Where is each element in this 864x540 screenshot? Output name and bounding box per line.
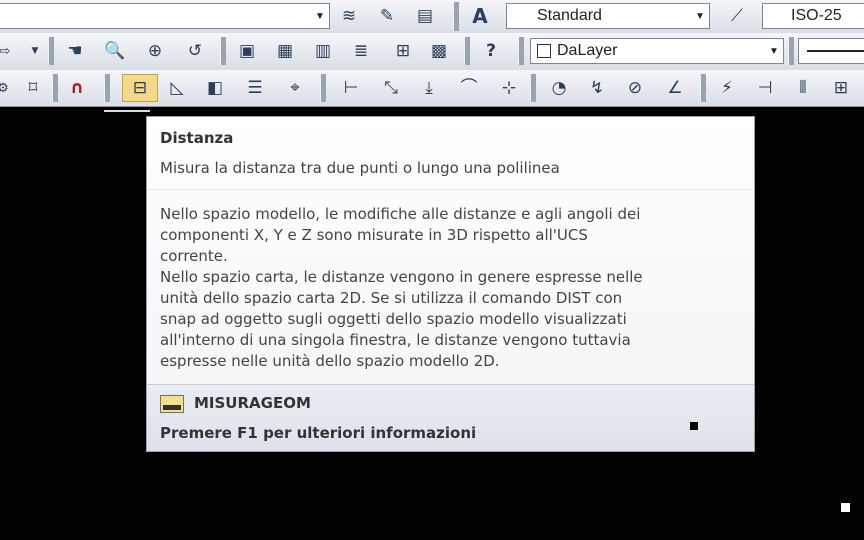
color-swatch-icon [537, 44, 551, 58]
chevron-down-icon: ▼ [769, 45, 779, 57]
linear-dimension-icon[interactable]: ⊢ [336, 74, 366, 102]
help-icon[interactable]: ? [476, 37, 506, 65]
arc-length-icon[interactable]: ⌒ [454, 74, 484, 102]
snap-settings-icon[interactable]: ⚙ [0, 74, 14, 102]
toolbar-separator [104, 74, 110, 102]
help-hint: Premere F1 per ulteriori informazioni [160, 424, 477, 442]
toolbar-row-inquiry: ⚙ ⌑ ∩ ⊟ ◺ ◧ ☰ ⌖ ⊢ ⤡ ⤓ ⌒ ⊹ ◔ ↯ ⊘ ∠ ⚡ ⊣ ⫴ … [0, 70, 864, 107]
previous-combo[interactable]: ▼ [0, 3, 330, 29]
dimension-style-select[interactable]: ISO-25 [762, 3, 864, 29]
zoom-window-icon[interactable]: ⊕ [140, 37, 170, 65]
toolbar-separator [52, 74, 58, 102]
markup-icon[interactable]: ⊞ [388, 37, 418, 65]
calculator-icon[interactable]: ▩ [424, 37, 454, 65]
toolbar-separator [320, 74, 326, 102]
tooltip-body-line: Nello spazio carta, le distanze vengono … [160, 268, 643, 286]
tooltip-body-line: espresse nelle unità dello spazio modell… [160, 352, 500, 370]
redo-icon[interactable]: ⇨ [0, 37, 16, 65]
tolerance-icon[interactable]: ⊞ [826, 74, 856, 102]
linetype-preview [807, 50, 864, 52]
layer-states-icon[interactable]: ≋ [334, 2, 364, 30]
baseline-icon[interactable]: ⊣ [750, 74, 780, 102]
layer-select[interactable]: DaLayer ▼ [530, 38, 784, 64]
ordinate-icon[interactable]: ⊹ [494, 74, 524, 102]
toolbar-row-standard: ⇨ ▼ ☚ 🔍 ⊕ ↺ ▣ ▦ ▥ ≣ ⊞ ▩ ? DaLayer ▼ [0, 33, 864, 71]
toolbar-separator [453, 2, 459, 31]
toolbar-row-styles: ▼ ≋ ✎ ▤ A Standard ▼ ⟋ ISO-25 [0, 0, 864, 34]
aligned-dimension-icon[interactable]: ⤡ [376, 74, 406, 102]
diameter-icon[interactable]: ⊘ [620, 74, 650, 102]
tooltip-body-line: unità dello spazio carta 2D. Se si utili… [160, 289, 623, 307]
redo-dropdown-icon[interactable]: ▼ [24, 37, 46, 65]
distance-button-underline [104, 110, 150, 112]
tooltip-divider [147, 189, 754, 190]
tool-palettes-icon[interactable]: ▥ [308, 37, 338, 65]
tooltip-title: Distanza [160, 129, 234, 147]
radius-icon[interactable]: ◔ [544, 74, 574, 102]
distance-tooltip: Distanza Misura la distanza tra due punt… [146, 116, 755, 452]
design-center-icon[interactable]: ▦ [270, 37, 300, 65]
cursor-grip [690, 422, 698, 430]
distance-icon[interactable]: ⊟ [122, 74, 158, 102]
cursor-marker [841, 503, 850, 512]
command-name: MISURAGEOM [194, 394, 311, 412]
dimension-style-value: ISO-25 [791, 7, 842, 24]
toolbar-separator [530, 74, 536, 102]
tooltip-summary: Misura la distanza tra due punti o lungo… [160, 159, 560, 177]
object-snap-icon[interactable]: ⌑ [18, 74, 48, 102]
linetype-select[interactable] [798, 38, 864, 64]
list-icon[interactable]: ☰ [240, 74, 270, 102]
layer-value: DaLayer [557, 42, 618, 59]
tooltip-body-line: componenti X, Y e Z sono misurate in 3D … [160, 226, 588, 244]
multiline-text-icon[interactable]: ▤ [410, 2, 440, 30]
annotation-text-icon[interactable]: A [465, 2, 495, 30]
angular-icon[interactable]: ⤓ [414, 74, 444, 102]
toolbar-separator [464, 37, 470, 65]
chevron-down-icon: ▼ [695, 10, 705, 22]
pan-icon[interactable]: ☚ [60, 37, 90, 65]
toolbar-separator [48, 37, 54, 65]
tooltip-body-line: Nello spazio modello, le modifiche alle … [160, 205, 641, 223]
toolbar-separator [220, 37, 226, 65]
tooltip-body-line: corrente. [160, 247, 228, 265]
zoom-realtime-icon[interactable]: 🔍 [100, 37, 130, 65]
dropdown-arrow-icon: ▼ [315, 10, 325, 22]
quick-dimension-icon[interactable]: ⚡ [712, 74, 742, 102]
locate-point-icon[interactable]: ⌖ [280, 74, 310, 102]
angle-icon[interactable]: ∠ [660, 74, 690, 102]
tooltip-body-line: snap ad oggetto sugli oggetti dello spaz… [160, 310, 627, 328]
properties-icon[interactable]: ▣ [232, 37, 262, 65]
text-style-icon[interactable]: ✎ [372, 2, 402, 30]
area-icon[interactable]: ◺ [162, 74, 192, 102]
distance-command-icon [160, 395, 184, 413]
tooltip-body-line: all'interno di una singola finestra, le … [160, 331, 631, 349]
continue-icon[interactable]: ⫴ [788, 74, 818, 102]
text-style-select[interactable]: Standard ▼ [506, 3, 710, 29]
dimension-style-icon[interactable]: ⟋ [722, 2, 752, 30]
region-mass-icon[interactable]: ◧ [200, 74, 230, 102]
sheet-set-icon[interactable]: ≣ [346, 37, 376, 65]
text-style-value: Standard [537, 7, 602, 24]
jogged-icon[interactable]: ↯ [582, 74, 612, 102]
magnet-icon[interactable]: ∩ [62, 74, 92, 102]
zoom-previous-icon[interactable]: ↺ [180, 37, 210, 65]
tooltip-footer: MISURAGEOM Premere F1 per ulteriori info… [147, 384, 754, 451]
toolbar-separator [700, 74, 706, 102]
toolbar-separator [518, 37, 524, 65]
toolbar-separator [788, 37, 794, 65]
